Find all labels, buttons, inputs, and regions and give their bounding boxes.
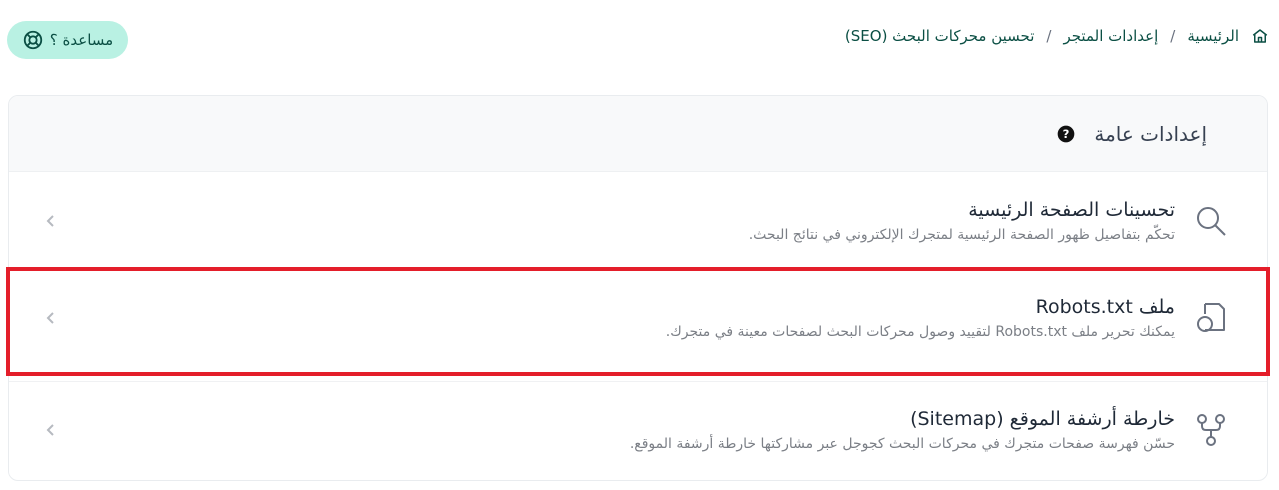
chevron-left-icon (46, 423, 54, 436)
breadcrumb-separator: / (1170, 27, 1176, 45)
home-icon[interactable] (1251, 27, 1269, 45)
breadcrumb: الرئيسية / إعدادات المتجر / تحسين محركات… (845, 22, 1269, 50)
settings-item-description: تحكّم بتفاصيل ظهور الصفحة الرئيسية لمتجر… (748, 227, 1175, 243)
top-bar: مساعدة ؟ الرئيسية / إعدادات المتجر / تحس… (0, 0, 1279, 80)
settings-item-sitemap[interactable]: خارطة أرشفة الموقع (Sitemap) حسّن فهرسة … (9, 381, 1267, 477)
svg-text:?: ? (1063, 127, 1070, 141)
general-settings-card: إعدادات عامة ? تحسينات الصفحة الرئيسية ت… (8, 95, 1268, 481)
question-circle-icon[interactable]: ? (1056, 124, 1076, 144)
settings-item-homepage[interactable]: تحسينات الصفحة الرئيسية تحكّم بتفاصيل ظه… (9, 173, 1267, 269)
card-header: إعدادات عامة ? (9, 96, 1267, 172)
settings-item-description: حسّن فهرسة صفحات متجرك في محركات البحث ك… (629, 435, 1175, 452)
file-search-icon (1197, 302, 1225, 332)
sitemap-icon (1197, 413, 1225, 446)
settings-item-title: ملف Robots.txt (1035, 295, 1175, 318)
breadcrumb-home[interactable]: الرئيسية (1187, 27, 1239, 45)
help-button[interactable]: مساعدة ؟ (7, 21, 128, 59)
chevron-left-icon (46, 215, 54, 227)
lifebuoy-icon (23, 30, 42, 50)
breadcrumb-separator: / (1046, 27, 1052, 45)
card-title: إعدادات عامة (1094, 121, 1207, 146)
settings-item-description: يمكنك تحرير ملف Robots.txt لتقييد وصول م… (665, 323, 1175, 340)
breadcrumb-store-settings[interactable]: إعدادات المتجر (1063, 27, 1158, 45)
settings-item-robots[interactable]: ملف Robots.txt يمكنك تحرير ملف Robots.tx… (9, 269, 1267, 365)
chevron-left-icon (46, 311, 54, 324)
help-button-label: مساعدة ؟ (49, 31, 114, 49)
settings-item-title: تحسينات الصفحة الرئيسية (968, 199, 1175, 221)
settings-item-title: خارطة أرشفة الموقع (Sitemap) (910, 407, 1175, 430)
breadcrumb-current: تحسين محركات البحث (SEO) (844, 27, 1035, 45)
search-icon (1197, 207, 1226, 236)
